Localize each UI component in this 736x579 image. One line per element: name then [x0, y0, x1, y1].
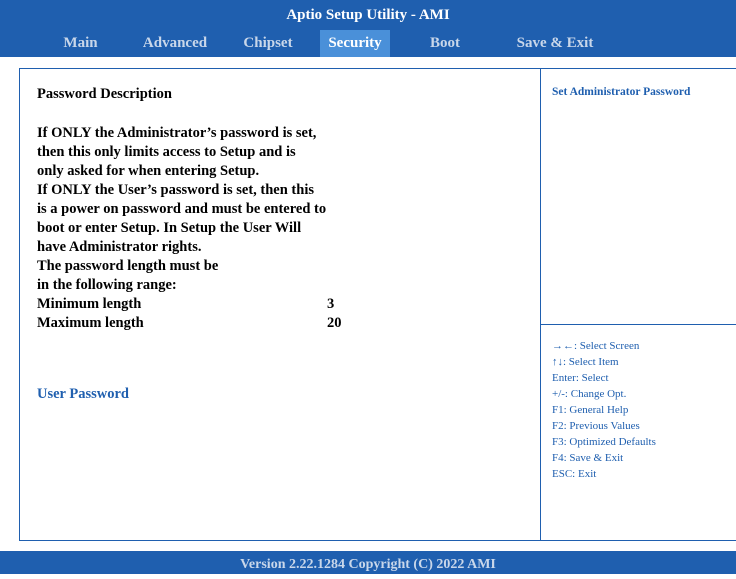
- minimum-length-label: Minimum length: [37, 296, 142, 312]
- tab-security[interactable]: Security: [320, 30, 390, 57]
- key-help-item: ↑↓: Select Item: [552, 356, 619, 368]
- administrator-password-item[interactable]: Administrator Password: [37, 364, 189, 384]
- description-line: The password length must be: [37, 258, 219, 274]
- help-title: Set Administrator Password: [552, 86, 691, 98]
- key-help-item: F3: Optimized Defaults: [552, 436, 656, 448]
- tab-main[interactable]: Main: [43, 30, 118, 57]
- version-text: Version 2.22.1284 Copyright (C) 2022 AMI: [240, 557, 496, 572]
- tab-boot[interactable]: Boot: [405, 30, 485, 57]
- key-help-item: Enter: Select: [552, 372, 609, 384]
- description-line: If ONLY the User’s password is set, then…: [37, 182, 314, 198]
- description-line: boot or enter Setup. In Setup the User W…: [37, 220, 302, 236]
- tab-save-exit[interactable]: Save & Exit: [500, 30, 610, 57]
- tab-chipset[interactable]: Chipset: [231, 30, 305, 57]
- key-help-item: F4: Save & Exit: [552, 452, 624, 464]
- description-line: have Administrator rights.: [37, 239, 202, 255]
- app-title: Aptio Setup Utility - AMI: [286, 7, 450, 23]
- description-line: then this only limits access to Setup an…: [37, 144, 296, 160]
- app-title-bar: Aptio Setup Utility - AMI: [0, 0, 736, 30]
- user-password-item[interactable]: User Password: [37, 384, 129, 404]
- minimum-length-value: 3: [327, 296, 335, 312]
- key-help-item: →←: Select Screen: [552, 340, 640, 352]
- key-help-list: →←: Select Screen ↑↓: Select Item Enter:…: [552, 338, 656, 482]
- tab-bar: Main Advanced Chipset Security Boot Save…: [0, 30, 736, 57]
- description-line: If ONLY the Administrator’s password is …: [37, 125, 317, 141]
- password-description-heading: Password Description: [37, 86, 172, 102]
- key-help-item: F1: General Help: [552, 404, 629, 416]
- description-line: only asked for when entering Setup.: [37, 163, 260, 179]
- help-divider: [540, 324, 736, 325]
- vertical-divider: [540, 68, 541, 541]
- maximum-length-value: 20: [327, 315, 342, 331]
- footer-bar: Version 2.22.1284 Copyright (C) 2022 AMI: [0, 551, 736, 574]
- description-line: is a power on password and must be enter…: [37, 201, 327, 217]
- maximum-length-label: Maximum length: [37, 315, 144, 331]
- description-line: in the following range:: [37, 277, 177, 293]
- key-help-item: +/-: Change Opt.: [552, 388, 627, 400]
- key-help-item: ESC: Exit: [552, 468, 597, 480]
- tab-advanced[interactable]: Advanced: [133, 30, 217, 57]
- key-help-item: F2: Previous Values: [552, 420, 640, 432]
